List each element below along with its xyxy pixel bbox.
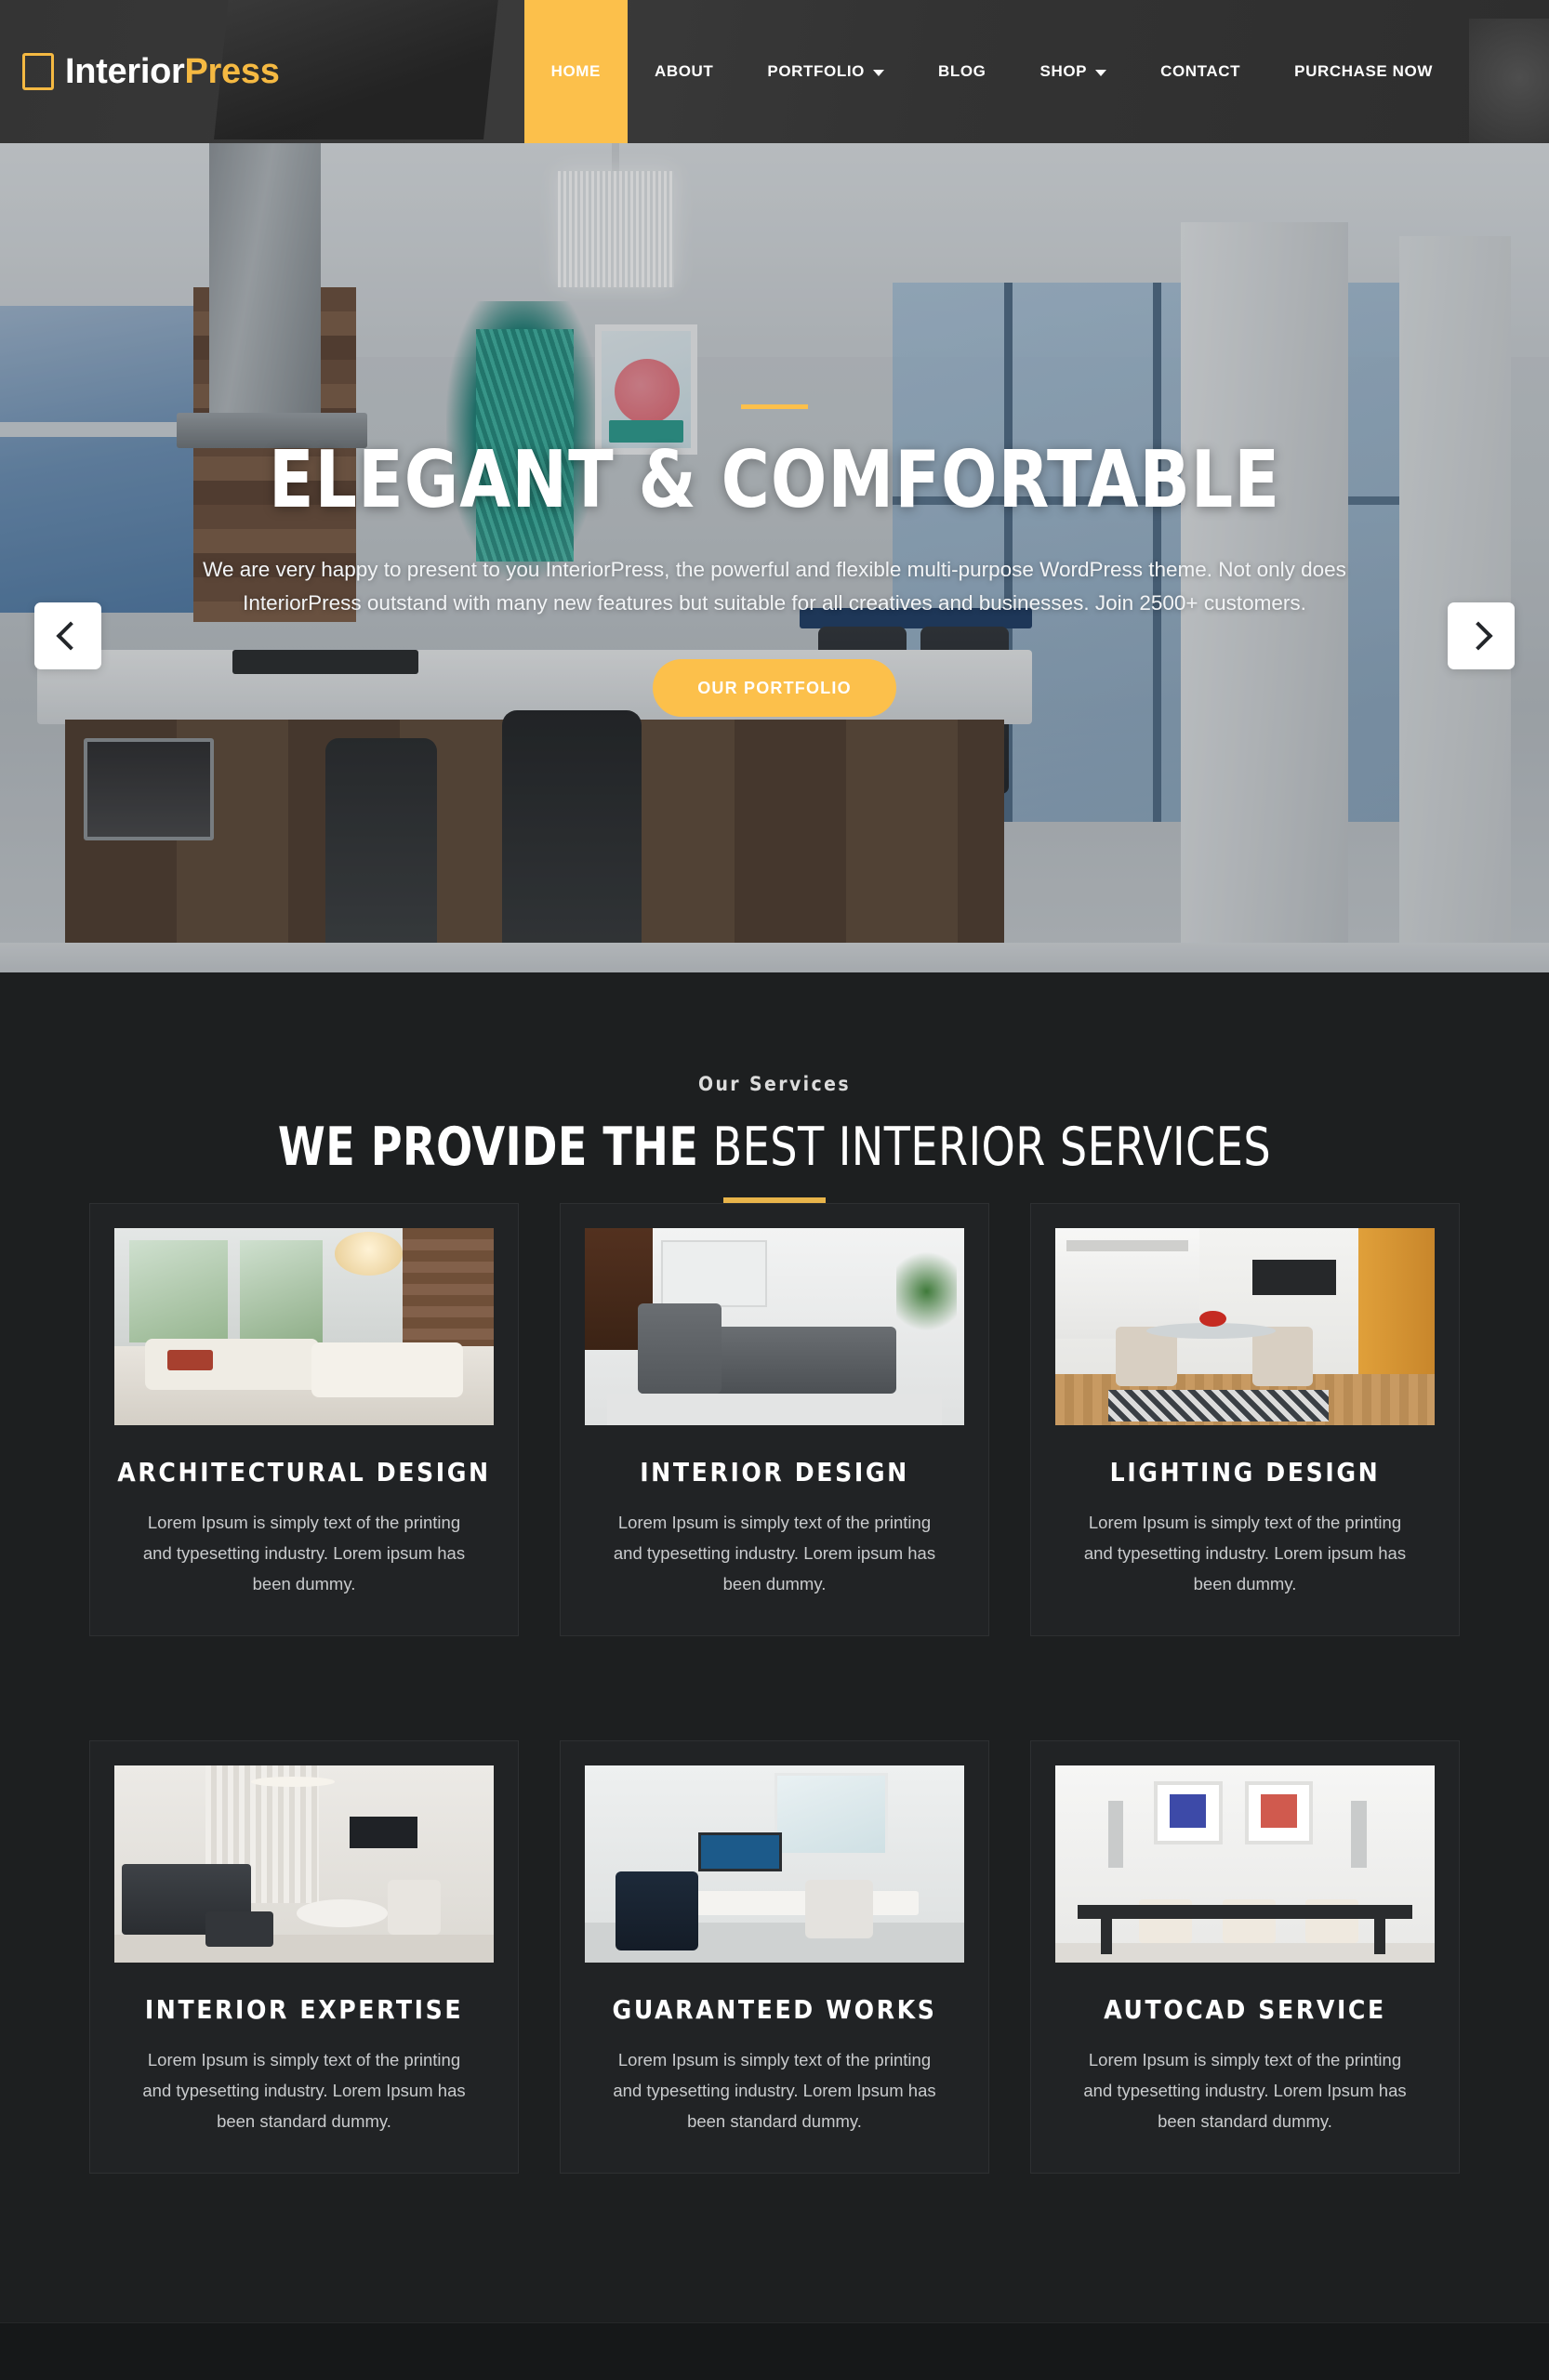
brand-text-primary: Interior	[65, 52, 185, 91]
nav-item-portfolio[interactable]: PORTFOLIO	[740, 0, 911, 143]
service-card[interactable]: LIGHTING DESIGN Lorem Ipsum is simply te…	[1030, 1203, 1460, 1636]
services-title: WE PROVIDE THE BEST INTERIOR SERVICES	[77, 1119, 1471, 1175]
nav-label-home: HOME	[550, 62, 601, 80]
service-thumbnail-architectural-design	[114, 1228, 494, 1425]
service-card-description: Lorem Ipsum is simply text of the printi…	[142, 2049, 466, 2131]
hero-description: We are very happy to present to you Inte…	[203, 557, 1346, 615]
nav-label-blog: BLOG	[937, 62, 986, 80]
service-card-description: Lorem Ipsum is simply text of the printi…	[613, 1513, 936, 1593]
hero-content: ELEGANT & COMFORTABLE We are very happy …	[0, 143, 1549, 972]
service-card-description: Lorem Ipsum is simply text of the printi…	[1083, 1513, 1407, 1593]
chevron-down-icon	[1095, 70, 1107, 76]
services-row-2: INTERIOR EXPERTISE Lorem Ipsum is simply…	[89, 1739, 1460, 2174]
service-card[interactable]: INTERIOR DESIGN Lorem Ipsum is simply te…	[560, 1203, 989, 1636]
service-thumbnail-interior-design	[585, 1228, 964, 1425]
services-eyebrow: Our Services	[698, 1073, 851, 1095]
service-card[interactable]: AUTOCAD SERVICE Lorem Ipsum is simply te…	[1030, 1739, 1460, 2174]
nav-label-contact: CONTACT	[1160, 62, 1241, 80]
service-card[interactable]: GUARANTEED WORKS Lorem Ipsum is simply t…	[560, 1739, 989, 2174]
service-card-title: INTERIOR DESIGN	[640, 1457, 909, 1488]
services-row-1: ARCHITECTURAL DESIGN Lorem Ipsum is simp…	[89, 1203, 1460, 1636]
service-card[interactable]: ARCHITECTURAL DESIGN Lorem Ipsum is simp…	[89, 1203, 519, 1636]
nav-label-portfolio: PORTFOLIO	[767, 62, 865, 80]
services-header: Our Services WE PROVIDE THE BEST INTERIO…	[0, 972, 1549, 1204]
footer-strip	[0, 2322, 1549, 2380]
brand-text: InteriorPress	[65, 54, 280, 89]
nav-item-purchase-now[interactable]: PURCHASE NOW	[1267, 0, 1460, 143]
service-thumbnail-lighting-design	[1055, 1228, 1435, 1425]
slider-prev-button[interactable]	[34, 602, 101, 669]
nav-item-blog[interactable]: BLOG	[911, 0, 1013, 143]
service-card-title: INTERIOR EXPERTISE	[144, 1993, 464, 2025]
hero-slider: ELEGANT & COMFORTABLE We are very happy …	[0, 143, 1549, 972]
nav-item-contact[interactable]: CONTACT	[1133, 0, 1267, 143]
service-card-description: Lorem Ipsum is simply text of the printi…	[142, 1513, 466, 1593]
chevron-left-icon	[56, 621, 86, 651]
service-thumbnail-interior-expertise	[114, 1765, 494, 1963]
services-title-light: BEST INTERIOR SERVICES	[712, 1117, 1272, 1178]
services-grid: ARCHITECTURAL DESIGN Lorem Ipsum is simp…	[0, 1203, 1549, 2174]
chevron-right-icon	[1463, 621, 1493, 651]
site-header: InteriorPress HOME ABOUT PORTFOLIO BLOG …	[0, 0, 1549, 143]
hero-title: ELEGANT & COMFORTABLE	[268, 433, 1281, 526]
nav-item-shop[interactable]: SHOP	[1013, 0, 1134, 143]
nav-label-shop: SHOP	[1039, 62, 1088, 80]
service-card-description: Lorem Ipsum is simply text of the printi…	[1083, 2049, 1407, 2131]
service-card[interactable]: INTERIOR EXPERTISE Lorem Ipsum is simply…	[89, 1739, 519, 2174]
chevron-down-icon	[872, 70, 884, 76]
main-navigation: HOME ABOUT PORTFOLIO BLOG SHOP CONTACT P…	[523, 0, 1549, 143]
services-title-bold: WE PROVIDE THE	[277, 1117, 699, 1178]
our-portfolio-button[interactable]: OUR PORTFOLIO	[653, 659, 896, 718]
slider-next-button[interactable]	[1448, 602, 1515, 669]
brand-logo[interactable]: InteriorPress	[0, 0, 280, 143]
hero-accent-rule	[741, 403, 808, 409]
services-section: Our Services WE PROVIDE THE BEST INTERIO…	[0, 972, 1549, 2322]
service-thumbnail-guaranteed-works	[585, 1765, 964, 1963]
brand-text-accent: Press	[184, 52, 280, 91]
service-thumbnail-autocad-service	[1055, 1765, 1435, 1963]
nav-item-about[interactable]: ABOUT	[628, 0, 740, 143]
nav-label-purchase-now: PURCHASE NOW	[1294, 62, 1433, 80]
nav-item-home[interactable]: HOME	[523, 0, 628, 143]
service-card-title: LIGHTING DESIGN	[1109, 1457, 1381, 1488]
service-card-title: AUTOCAD SERVICE	[1104, 1993, 1386, 2025]
service-card-title: GUARANTEED WORKS	[612, 1993, 937, 2025]
service-card-title: ARCHITECTURAL DESIGN	[117, 1457, 491, 1488]
square-outline-icon	[22, 53, 54, 90]
service-card-description: Lorem Ipsum is simply text of the printi…	[613, 2049, 936, 2131]
nav-label-about: ABOUT	[654, 62, 714, 80]
